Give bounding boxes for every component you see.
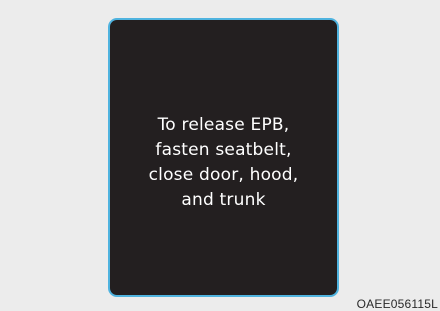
message-line: fasten seatbelt, [155, 139, 292, 160]
epb-warning-message: To release EPB, fasten seatbelt, close d… [110, 113, 337, 213]
message-line: close door, hood, [148, 164, 299, 185]
cluster-display-screen: To release EPB, fasten seatbelt, close d… [108, 18, 339, 297]
message-line: To release EPB, [157, 114, 290, 135]
image-reference-code: OAEE056115L [356, 297, 438, 311]
message-line: and trunk [181, 189, 266, 210]
